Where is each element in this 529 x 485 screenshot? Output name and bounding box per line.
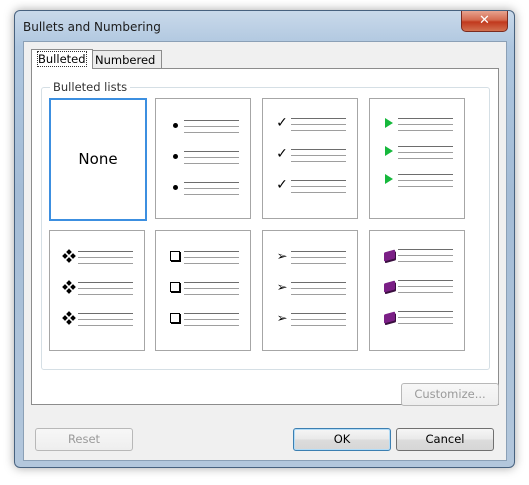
bullet-style-triangle[interactable]	[369, 98, 465, 219]
check-bullet-icon: ✓	[276, 115, 288, 131]
none-label: None	[78, 150, 118, 168]
hollow-square-bullet-icon	[168, 311, 182, 325]
bullet-style-check[interactable]: ✓ ✓ ✓	[262, 98, 358, 219]
dot-bullet-icon	[168, 118, 182, 132]
green-triangle-bullet-icon	[382, 144, 396, 158]
close-button[interactable]: ✕	[461, 11, 508, 32]
dialog-title: Bullets and Numbering	[23, 20, 161, 34]
dialog-window: Bullets and Numbering ✕ Bulleted Numbere…	[14, 10, 515, 468]
dot-bullet-icon	[168, 149, 182, 163]
tab-bulleted[interactable]: Bulleted	[31, 49, 93, 69]
tab-numbered[interactable]: Numbered	[88, 50, 163, 69]
book-bullet-icon	[382, 309, 396, 323]
arrowhead-bullet-icon: ➢	[276, 280, 288, 294]
hollow-square-bullet-icon	[168, 280, 182, 294]
check-bullet-icon: ✓	[276, 177, 288, 193]
bullet-style-diamond[interactable]	[49, 230, 145, 351]
bullet-style-box[interactable]	[155, 230, 251, 351]
arrowhead-bullet-icon: ➢	[276, 249, 288, 263]
bullet-style-none[interactable]: None	[49, 98, 147, 221]
book-bullet-icon	[382, 278, 396, 292]
hollow-square-bullet-icon	[168, 249, 182, 263]
bullet-style-book[interactable]	[369, 230, 465, 351]
check-bullet-icon: ✓	[276, 146, 288, 162]
four-diamond-bullet-icon	[62, 249, 76, 263]
group-label: Bulleted lists	[50, 80, 131, 94]
ok-button[interactable]: OK	[293, 428, 391, 451]
customize-button[interactable]: Customize...	[401, 383, 499, 406]
bullet-style-dot[interactable]	[155, 98, 251, 219]
four-diamond-bullet-icon	[62, 280, 76, 294]
green-triangle-bullet-icon	[382, 116, 396, 130]
bulleted-tab-panel: Bulleted lists None ✓ ✓ ✓ ➢ ➢ ➢ Customiz…	[31, 68, 499, 406]
green-triangle-bullet-icon	[382, 172, 396, 186]
dialog-client-area: Bulleted Numbered Bulleted lists None ✓	[23, 41, 507, 461]
arrowhead-bullet-icon: ➢	[276, 311, 288, 325]
dot-bullet-icon	[168, 180, 182, 194]
close-icon: ✕	[479, 13, 490, 28]
four-diamond-bullet-icon	[62, 311, 76, 325]
bulleted-lists-group: Bulleted lists None ✓ ✓ ✓ ➢ ➢ ➢	[41, 80, 490, 370]
reset-button[interactable]: Reset	[35, 428, 133, 451]
bullet-style-arrow[interactable]: ➢ ➢ ➢	[262, 230, 358, 351]
book-bullet-icon	[382, 247, 396, 261]
cancel-button[interactable]: Cancel	[396, 428, 494, 451]
